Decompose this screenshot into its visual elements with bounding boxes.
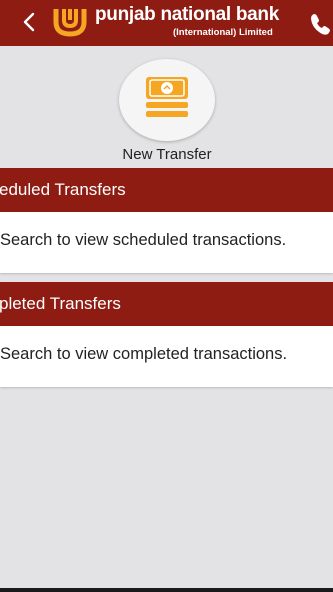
scheduled-transfers-header[interactable]: eduled Transfers [0, 168, 333, 212]
app-header: punjab national bank (International) Lim… [0, 0, 333, 46]
new-transfer-circle[interactable] [119, 59, 215, 141]
pnb-logo-icon [53, 9, 87, 37]
bank-brand: punjab national bank (International) Lim… [95, 3, 280, 38]
bottom-edge [0, 588, 333, 592]
scheduled-transfers-title: eduled Transfers [0, 180, 126, 199]
phone-icon[interactable] [308, 11, 333, 37]
completed-transfers-panel: Search to view completed transactions. [0, 326, 333, 387]
bank-subtitle: (International) Limited [173, 27, 273, 38]
new-transfer-label: New Transfer [122, 146, 212, 163]
completed-transfers-header[interactable]: pleted Transfers [0, 282, 333, 326]
completed-empty-message: Search to view completed transactions. [0, 345, 288, 363]
scheduled-empty-message: Search to view scheduled transactions. [0, 231, 287, 249]
back-arrow-icon[interactable] [18, 10, 40, 34]
new-transfer-button[interactable]: New Transfer [115, 59, 219, 164]
money-transfer-icon [146, 77, 188, 117]
completed-transfers-title: pleted Transfers [0, 294, 121, 313]
bank-name: punjab national bank [95, 4, 280, 25]
scheduled-transfers-panel: Search to view scheduled transactions. [0, 212, 333, 273]
